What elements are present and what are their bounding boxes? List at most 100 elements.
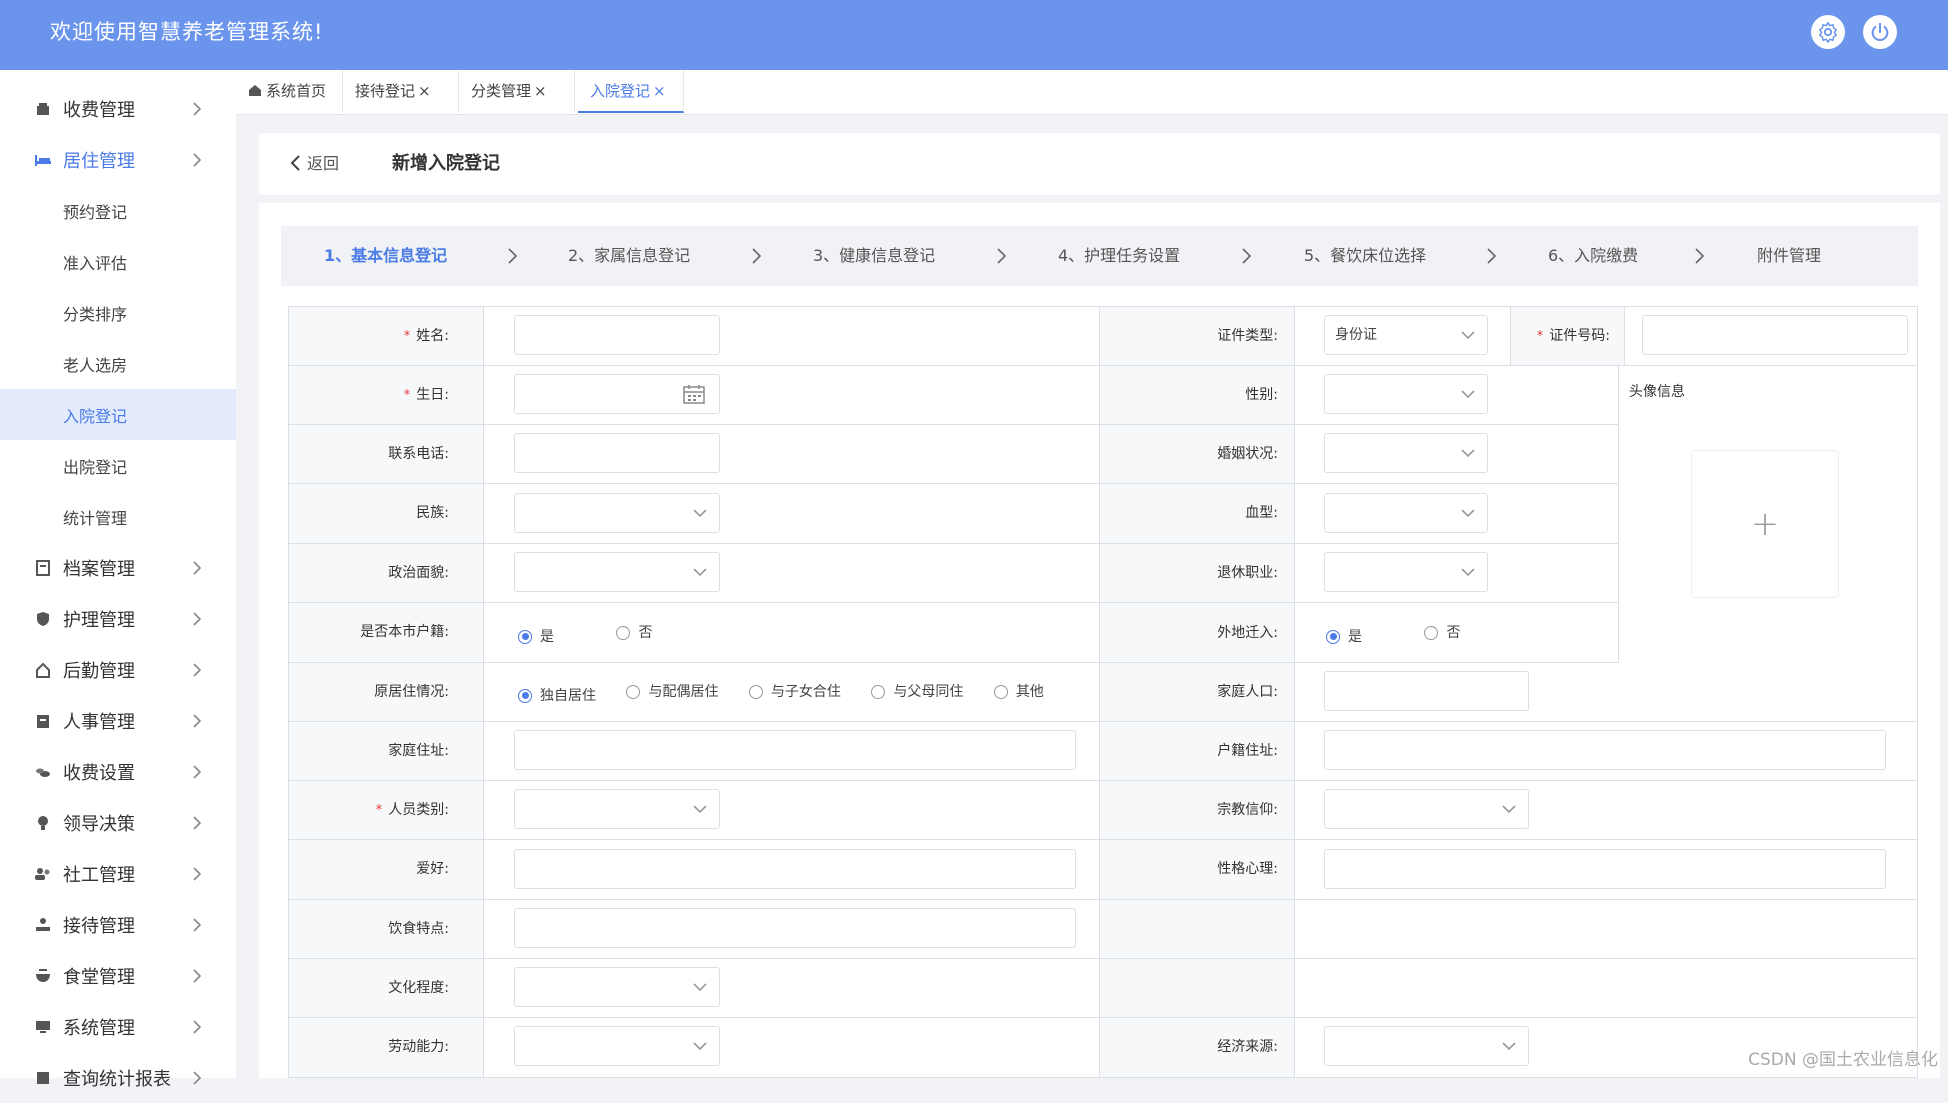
sidebar-item-nursing[interactable]: 护理管理 xyxy=(0,593,236,644)
admission-form-card: 1、基本信息登记 2、家属信息登记 3、健康信息登记 4、护理任务设置 5、餐饮… xyxy=(259,203,1940,1078)
ethnicity-select[interactable] xyxy=(514,493,720,533)
sidebar-item-logistics[interactable]: 后勤管理 xyxy=(0,644,236,695)
blood-type-select[interactable] xyxy=(1324,493,1488,533)
radio-living-children[interactable]: 与子女合住 xyxy=(748,663,841,721)
chevron-right-icon xyxy=(193,713,202,728)
label-education: 文化程度: xyxy=(289,959,484,1018)
step-nursing-tasks[interactable]: 4、护理任务设置 xyxy=(1058,226,1180,286)
sidebar-item-archives[interactable]: 档案管理 xyxy=(0,542,236,593)
tab-admission-registration[interactable]: 入院登记 × xyxy=(578,70,684,113)
chevron-down-icon xyxy=(693,983,707,992)
birthday-date-picker[interactable] xyxy=(514,374,720,414)
hukou-address-input[interactable] xyxy=(1324,730,1886,770)
sidebar-item-charges[interactable]: 收费管理 xyxy=(0,83,236,134)
step-family-info[interactable]: 2、家属信息登记 xyxy=(568,226,690,286)
family-size-input[interactable] xyxy=(1324,671,1529,711)
radio-living-other[interactable]: 其他 xyxy=(993,663,1044,721)
chevron-right-icon xyxy=(193,1019,202,1034)
radio-migrated-no[interactable]: 否 xyxy=(1424,603,1460,663)
basic-info-form: * 姓名: 证件类型: 身份证 * 证件号码: * 生日: 性别: 头像信息 + 联系… xyxy=(288,306,1918,1078)
radio-living-spouse[interactable]: 与配偶居住 xyxy=(626,663,718,721)
sidebar-subitem-classification[interactable]: 分类排序 xyxy=(0,287,236,338)
education-select[interactable] xyxy=(514,967,720,1007)
label-family-size: 家庭人口: xyxy=(1100,663,1295,722)
diet-input[interactable] xyxy=(514,908,1076,948)
sidebar-subitem-admission-assessment[interactable]: 准入评估 xyxy=(0,236,236,287)
radio-migrated-yes[interactable]: 是 xyxy=(1326,607,1362,667)
religion-select[interactable] xyxy=(1324,789,1529,829)
logout-button[interactable] xyxy=(1863,15,1897,49)
chevron-right-icon xyxy=(193,611,202,626)
sidebar-item-reception[interactable]: 接待管理 xyxy=(0,899,236,950)
sidebar-item-canteen[interactable]: 食堂管理 xyxy=(0,950,236,1001)
person-type-select[interactable] xyxy=(514,789,720,829)
labor-ability-select[interactable] xyxy=(514,1026,720,1066)
radio-living-parents[interactable]: 与父母同住 xyxy=(871,663,963,721)
step-attachments[interactable]: 附件管理 xyxy=(1757,226,1821,286)
bed-icon xyxy=(34,151,52,169)
step-basic-info[interactable]: 1、基本信息登记 xyxy=(324,226,447,286)
label-political: 政治面貌: xyxy=(289,544,484,603)
political-status-select[interactable] xyxy=(514,552,720,592)
power-icon xyxy=(1871,22,1889,41)
radio-local-hukou-yes[interactable]: 是 xyxy=(518,607,554,667)
label-home-address: 家庭住址: xyxy=(289,722,484,781)
sidebar-subitem-admission[interactable]: 入院登记 xyxy=(0,389,236,440)
sidebar-item-fee-settings[interactable]: 收费设置 xyxy=(0,746,236,797)
shield-icon xyxy=(34,610,52,628)
chevron-down-icon xyxy=(1461,390,1475,399)
chevron-down-icon xyxy=(1461,568,1475,577)
chevron-right-icon xyxy=(1242,248,1252,264)
chevron-right-icon xyxy=(193,101,202,116)
close-icon[interactable]: × xyxy=(534,82,547,100)
sidebar-subitem-discharge[interactable]: 出院登记 xyxy=(0,440,236,491)
settings-button[interactable] xyxy=(1811,15,1845,49)
income-source-select[interactable] xyxy=(1324,1026,1529,1066)
label-phone: 联系电话: xyxy=(289,425,484,484)
sidebar-subitem-room-selection[interactable]: 老人选房 xyxy=(0,338,236,389)
sidebar-item-personnel[interactable]: 人事管理 xyxy=(0,695,236,746)
tab-classification[interactable]: 分类管理 × xyxy=(459,70,575,113)
step-meal-bed[interactable]: 5、餐饮床位选择 xyxy=(1304,226,1426,286)
sidebar-item-system[interactable]: 系统管理 xyxy=(0,1001,236,1052)
back-button[interactable]: 返回 xyxy=(289,133,339,195)
plus-icon: + xyxy=(1750,504,1780,544)
close-icon[interactable]: × xyxy=(418,82,431,100)
label-id-type: 证件类型: xyxy=(1100,307,1295,366)
calendar-icon xyxy=(683,385,705,404)
label-local-hukou: 是否本市户籍: xyxy=(289,603,484,663)
sidebar-item-leadership[interactable]: 领导决策 xyxy=(0,797,236,848)
sidebar-item-residence[interactable]: 居住管理 xyxy=(0,134,236,185)
tab-home[interactable]: 系统首页 xyxy=(236,70,343,113)
label-living-situation: 原居住情况: xyxy=(289,663,484,722)
step-health-info[interactable]: 3、健康信息登记 xyxy=(813,226,935,286)
coins-icon xyxy=(34,763,52,781)
close-icon[interactable]: × xyxy=(653,82,666,100)
personality-input[interactable] xyxy=(1324,849,1886,889)
retire-job-select[interactable] xyxy=(1324,552,1488,592)
marital-status-select[interactable] xyxy=(1324,433,1488,473)
avatar-label: 头像信息 xyxy=(1629,384,1685,400)
id-number-input[interactable] xyxy=(1642,315,1908,355)
id-type-select[interactable]: 身份证 xyxy=(1324,315,1488,355)
tab-reception-registration[interactable]: 接待登记 × xyxy=(343,70,459,113)
hobby-input[interactable] xyxy=(514,849,1076,889)
label-blood-type: 血型: xyxy=(1100,484,1295,544)
sidebar-subitem-reservation[interactable]: 预约登记 xyxy=(0,185,236,236)
avatar-upload[interactable]: + xyxy=(1691,450,1839,598)
label-birthday: * 生日: xyxy=(289,366,484,425)
sidebar-subitem-statistics[interactable]: 统计管理 xyxy=(0,491,236,542)
label-labor: 劳动能力: xyxy=(289,1018,484,1077)
sidebar-item-social-work[interactable]: 社工管理 xyxy=(0,848,236,899)
migrated-radio-group: 是 否 xyxy=(1326,603,1486,667)
name-input[interactable] xyxy=(514,315,720,355)
phone-input[interactable] xyxy=(514,433,720,473)
step-payment[interactable]: 6、入院缴费 xyxy=(1548,226,1638,286)
users-icon xyxy=(34,865,52,883)
gender-select[interactable] xyxy=(1324,374,1488,414)
lightbulb-icon xyxy=(34,814,52,832)
radio-local-hukou-no[interactable]: 否 xyxy=(616,603,652,663)
chevron-right-icon xyxy=(752,248,762,264)
radio-living-alone[interactable]: 独自居住 xyxy=(518,667,596,725)
home-address-input[interactable] xyxy=(514,730,1076,770)
